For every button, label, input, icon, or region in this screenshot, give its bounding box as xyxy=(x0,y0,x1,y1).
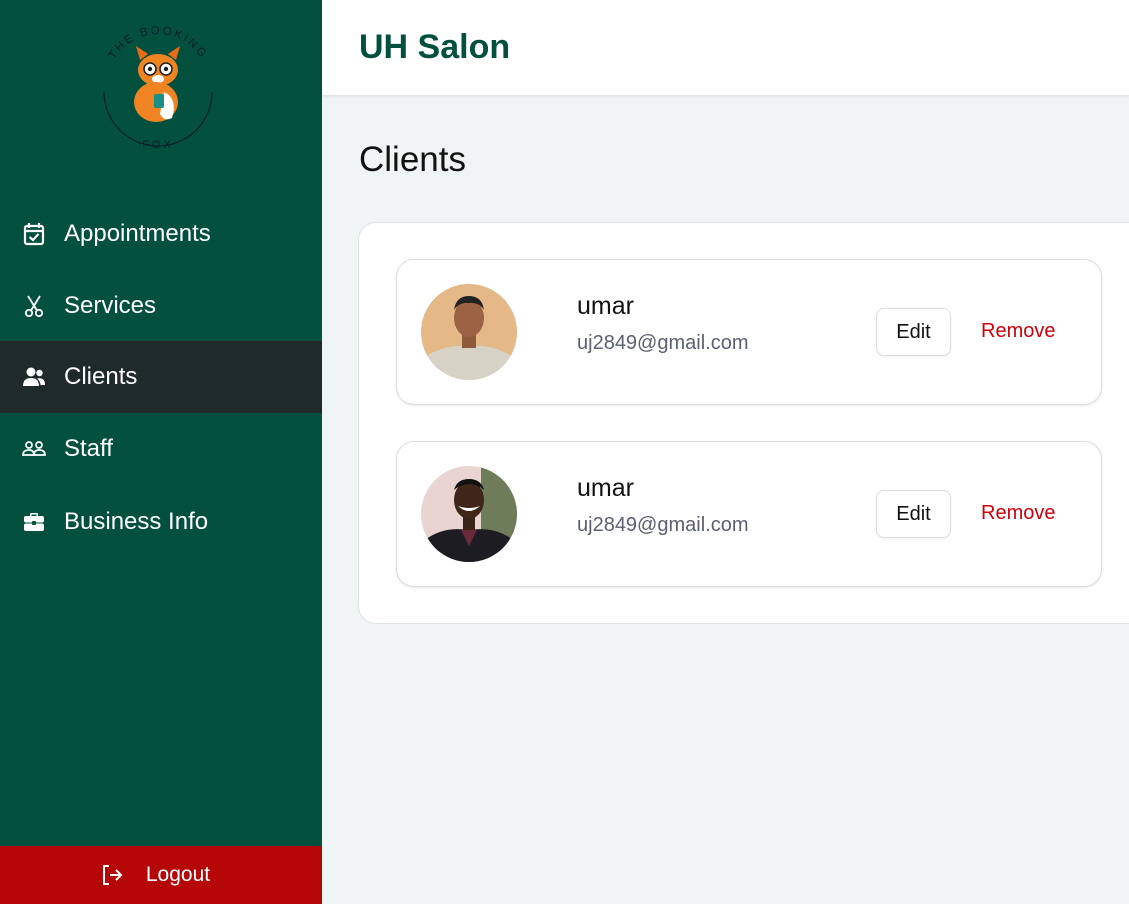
staff-icon xyxy=(22,437,46,461)
logout-icon xyxy=(100,863,124,887)
booking-fox-logo: THE BOOKING FOX xyxy=(96,22,220,152)
sidebar-item-business-info[interactable]: Business Info xyxy=(0,486,322,558)
client-card: umar uj2849@gmail.com Edit Remove xyxy=(396,259,1102,405)
avatar xyxy=(421,466,517,562)
client-email: uj2849@gmail.com xyxy=(577,332,749,354)
sidebar-item-label: Appointments xyxy=(64,220,211,247)
logout-label: Logout xyxy=(145,863,211,886)
remove-button[interactable]: Remove xyxy=(981,502,1055,525)
calendar-check-icon xyxy=(22,222,46,246)
users-icon xyxy=(22,365,46,389)
remove-button[interactable]: Remove xyxy=(981,320,1055,343)
sidebar-item-appointments[interactable]: Appointments xyxy=(0,198,322,270)
sidebar-item-label: Clients xyxy=(64,363,138,390)
svg-text:FOX: FOX xyxy=(142,139,174,151)
sidebar-item-label: Services xyxy=(64,292,157,319)
sidebar-item-staff[interactable]: Staff xyxy=(0,413,322,485)
scissors-icon xyxy=(22,294,46,318)
client-name: umar xyxy=(577,474,634,502)
client-name: umar xyxy=(577,292,634,320)
edit-button[interactable]: Edit xyxy=(876,308,951,356)
briefcase-icon xyxy=(22,510,46,534)
sidebar-item-label: Staff xyxy=(64,435,113,462)
sidebar-item-clients[interactable]: Clients xyxy=(0,341,322,413)
page-title: Clients xyxy=(359,140,466,179)
app-title: UH Salon xyxy=(359,28,511,66)
client-card: umar uj2849@gmail.com Edit Remove xyxy=(396,441,1102,587)
edit-button[interactable]: Edit xyxy=(876,490,951,538)
sidebar-item-services[interactable]: Services xyxy=(0,270,322,342)
avatar xyxy=(421,284,517,380)
top-bar: UH Salon xyxy=(322,0,1129,96)
sidebar-item-label: Business Info xyxy=(64,508,209,535)
client-email: uj2849@gmail.com xyxy=(577,514,749,536)
logout-button[interactable]: Logout xyxy=(0,846,322,904)
sidebar: THE BOOKING FOX Appointments Services Cl… xyxy=(0,0,322,904)
